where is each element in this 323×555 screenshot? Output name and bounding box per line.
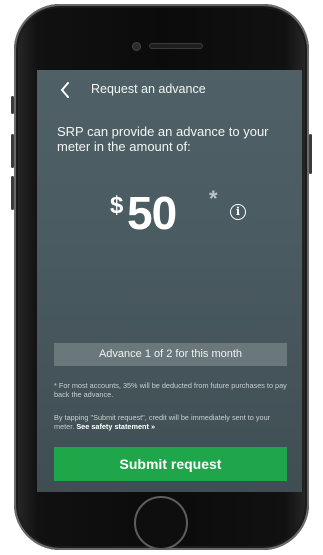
deduction-disclaimer: * For most accounts, 35% will be deducte… xyxy=(54,381,287,399)
submit-request-button[interactable]: Submit request xyxy=(54,447,287,481)
front-camera xyxy=(132,42,141,51)
advance-counter-badge: Advance 1 of 2 for this month xyxy=(54,343,287,366)
mute-switch xyxy=(11,96,14,114)
earpiece-speaker xyxy=(149,43,203,49)
power-button xyxy=(309,134,312,174)
amount-footnote-marker: * xyxy=(209,186,218,211)
currency-symbol: $ xyxy=(110,192,124,219)
submit-disclaimer: By tapping "Submit request", credit will… xyxy=(54,413,289,431)
advance-amount: $ 50 * i xyxy=(37,180,302,240)
volume-up-button xyxy=(11,134,14,168)
header: Request an advance xyxy=(37,70,302,110)
intro-text: SRP can provide an advance to your meter… xyxy=(57,124,269,154)
chevron-left-icon xyxy=(61,82,69,98)
app-screen: Request an advance SRP can provide an ad… xyxy=(37,70,302,492)
home-button[interactable] xyxy=(134,496,188,550)
volume-down-button xyxy=(11,176,14,210)
back-button[interactable] xyxy=(55,80,75,100)
amount-value: 50 xyxy=(127,187,177,239)
page-title: Request an advance xyxy=(91,82,206,96)
safety-statement-link[interactable]: See safety statement » xyxy=(76,422,155,431)
info-icon[interactable]: i xyxy=(230,204,246,220)
